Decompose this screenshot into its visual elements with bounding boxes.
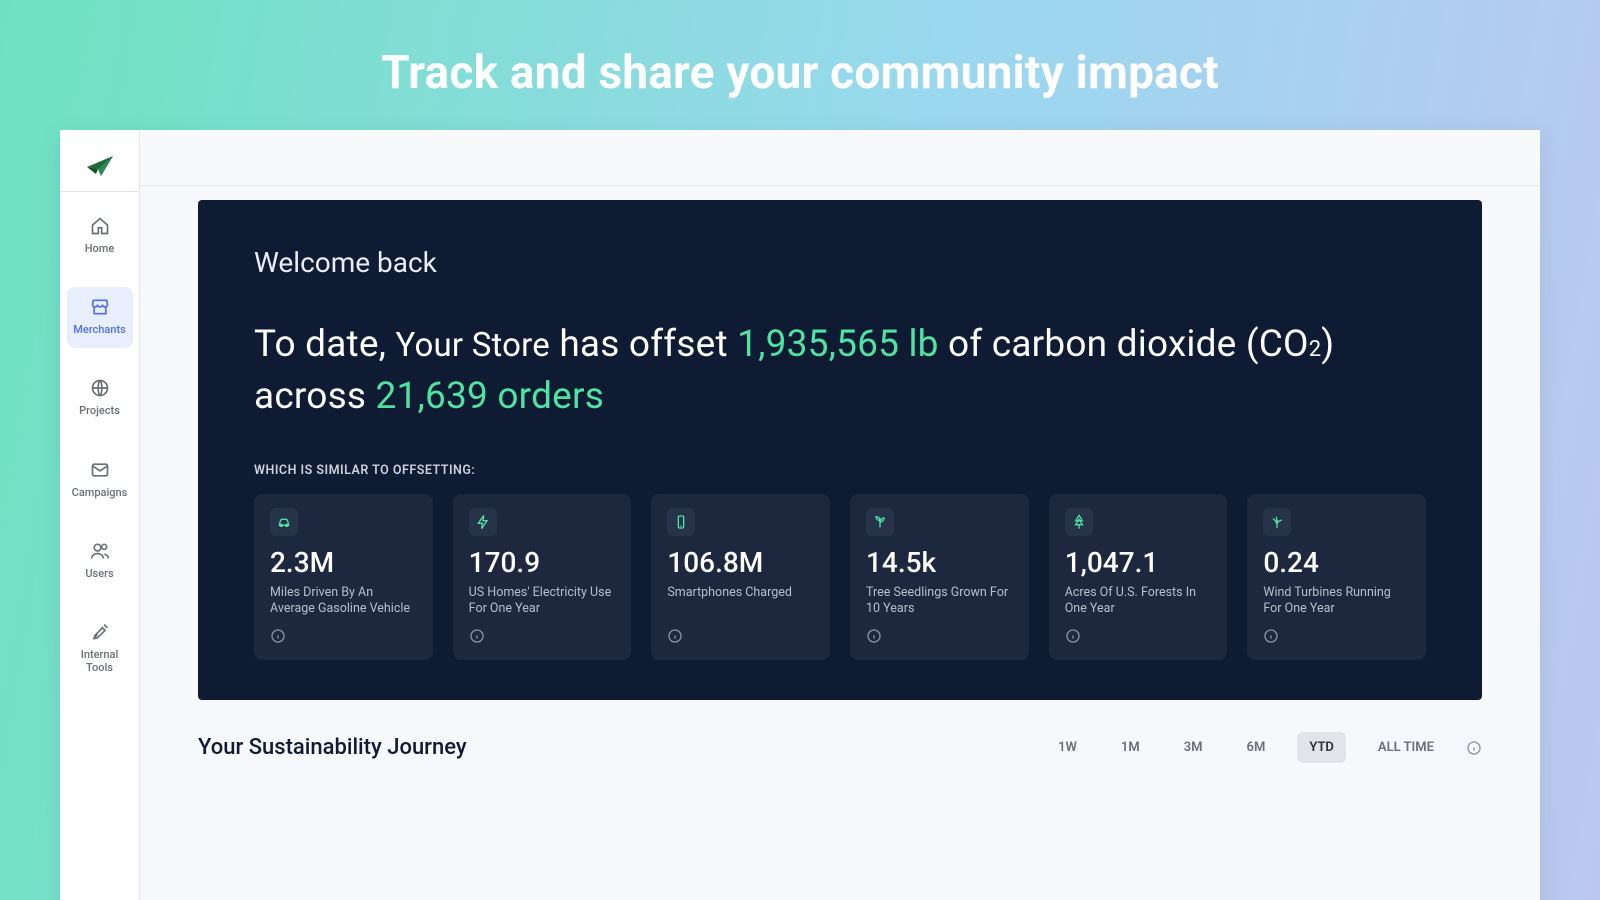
bolt-icon <box>469 508 497 536</box>
store-icon <box>90 297 110 317</box>
app-window: Home Merchants Projects Campaigns <box>60 130 1540 900</box>
users-icon <box>90 541 110 561</box>
similar-to-label: WHICH IS SIMILAR TO OFFSETTING: <box>254 463 1426 478</box>
card-wind-turbines: 0.24 Wind Turbines Running For One Year <box>1247 494 1426 661</box>
content: Welcome back To date, Your Store has off… <box>140 186 1540 900</box>
card-miles-driven: 2.3M Miles Driven By An Average Gasoline… <box>254 494 433 661</box>
headline-prefix: To date, <box>254 323 396 366</box>
card-desc: Smartphones Charged <box>667 585 814 619</box>
info-icon[interactable] <box>1263 628 1279 644</box>
sidebar-item-label: Users <box>85 567 113 580</box>
card-desc: US Homes' Electricity Use For One Year <box>469 585 616 619</box>
welcome-text: Welcome back <box>254 246 1426 279</box>
tree-icon <box>1065 508 1093 536</box>
home-icon <box>90 216 110 236</box>
journey-header: Your Sustainability Journey 1W 1M 3M 6M … <box>198 700 1482 763</box>
wind-turbine-icon <box>1263 508 1291 536</box>
card-desc: Tree Seedlings Grown For 10 Years <box>866 585 1013 619</box>
sidebar-item-users[interactable]: Users <box>67 531 133 592</box>
range-1m[interactable]: 1M <box>1109 732 1152 763</box>
sidebar-item-campaigns[interactable]: Campaigns <box>67 450 133 511</box>
card-homes-electricity: 170.9 US Homes' Electricity Use For One … <box>453 494 632 661</box>
info-icon[interactable] <box>866 628 882 644</box>
sidebar-item-merchants[interactable]: Merchants <box>67 287 133 348</box>
seedling-icon <box>866 508 894 536</box>
time-range-selector: 1W 1M 3M 6M YTD ALL TIME <box>1046 732 1482 763</box>
headline-mid2: of carbon dioxide (CO <box>939 323 1309 366</box>
sidebar-item-label: Projects <box>79 404 120 417</box>
sidebar-item-label: Home <box>85 242 115 255</box>
equivalence-cards: 2.3M Miles Driven By An Average Gasoline… <box>254 494 1426 661</box>
app-logo[interactable] <box>60 140 140 192</box>
info-icon[interactable] <box>469 628 485 644</box>
sidebar-item-home[interactable]: Home <box>67 206 133 267</box>
card-seedlings: 14.5k Tree Seedlings Grown For 10 Years <box>850 494 1029 661</box>
store-name: Your Store <box>396 326 550 365</box>
range-3m[interactable]: 3M <box>1172 732 1215 763</box>
range-1w[interactable]: 1W <box>1046 732 1089 763</box>
impact-headline: To date, Your Store has offset 1,935,565… <box>254 319 1426 423</box>
card-desc: Miles Driven By An Average Gasoline Vehi… <box>270 585 417 619</box>
info-icon[interactable] <box>270 628 286 644</box>
impact-hero: Welcome back To date, Your Store has off… <box>198 200 1482 700</box>
card-smartphones: 106.8M Smartphones Charged <box>651 494 830 661</box>
car-icon <box>270 508 298 536</box>
card-value: 0.24 <box>1263 546 1410 579</box>
card-desc: Wind Turbines Running For One Year <box>1263 585 1410 619</box>
page-title: Track and share your community impact <box>60 46 1540 100</box>
main-area: Welcome back To date, Your Store has off… <box>140 130 1540 900</box>
card-value: 2.3M <box>270 546 417 579</box>
card-forest-acres: 1,047.1 Acres Of U.S. Forests In One Yea… <box>1049 494 1228 661</box>
range-all-time[interactable]: ALL TIME <box>1366 732 1446 763</box>
co2-subscript: 2 <box>1309 337 1322 362</box>
sidebar-item-projects[interactable]: Projects <box>67 368 133 429</box>
card-desc: Acres Of U.S. Forests In One Year <box>1065 585 1212 619</box>
mail-icon <box>90 460 110 480</box>
smartphone-icon <box>667 508 695 536</box>
globe-icon <box>90 378 110 398</box>
tools-icon <box>90 622 110 642</box>
sidebar-item-internal-tools[interactable]: Internal Tools <box>67 612 133 686</box>
range-ytd[interactable]: YTD <box>1297 732 1346 763</box>
offset-amount: 1,935,565 lb <box>737 323 938 366</box>
sidebar: Home Merchants Projects Campaigns <box>60 130 140 900</box>
headline-mid1: has offset <box>550 323 737 366</box>
info-icon[interactable] <box>1466 740 1482 756</box>
topbar <box>140 130 1540 186</box>
sidebar-item-label: Internal Tools <box>71 648 129 674</box>
card-value: 106.8M <box>667 546 814 579</box>
info-icon[interactable] <box>667 628 683 644</box>
info-icon[interactable] <box>1065 628 1081 644</box>
sidebar-item-label: Campaigns <box>72 486 128 499</box>
card-value: 14.5k <box>866 546 1013 579</box>
orders-count: 21,639 orders <box>376 375 604 418</box>
card-value: 1,047.1 <box>1065 546 1212 579</box>
paper-plane-icon <box>85 154 115 178</box>
sidebar-item-label: Merchants <box>73 323 126 336</box>
journey-title: Your Sustainability Journey <box>198 735 467 760</box>
card-value: 170.9 <box>469 546 616 579</box>
range-6m[interactable]: 6M <box>1235 732 1278 763</box>
